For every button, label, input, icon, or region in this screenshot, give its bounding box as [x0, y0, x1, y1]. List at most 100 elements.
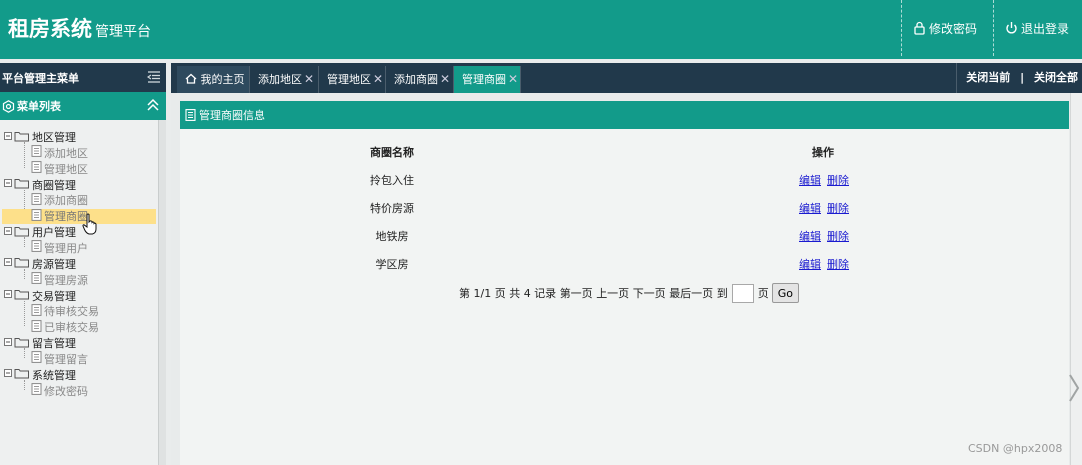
- sidebar-item-label: 待审核交易: [44, 305, 99, 319]
- edit-link[interactable]: 编辑: [799, 202, 821, 215]
- delete-link[interactable]: 删除: [827, 174, 849, 187]
- page-icon: [31, 383, 42, 399]
- sidebar-item[interactable]: 管理用户: [24, 240, 88, 256]
- go-button[interactable]: Go: [771, 283, 799, 303]
- sidebar-item[interactable]: 已审核交易: [24, 319, 99, 335]
- sidebar-group[interactable]: 用户管理: [4, 225, 76, 240]
- sidebar-group-label: 留言管理: [32, 337, 76, 351]
- sidebar-group[interactable]: 交易管理: [4, 289, 76, 304]
- table-row-name: 拎包入住: [370, 174, 414, 187]
- sidebar-group[interactable]: 房源管理: [4, 257, 76, 272]
- pager-prev[interactable]: 上一页: [596, 285, 629, 301]
- page-icon: [31, 351, 42, 367]
- sidebar-group-label: 用户管理: [32, 226, 76, 240]
- tab-home-label: 我的主页: [200, 73, 245, 86]
- menu-list-header[interactable]: 菜单列表: [0, 92, 166, 120]
- close-icon[interactable]: ✕: [373, 72, 383, 86]
- sidebar-item[interactable]: 待审核交易: [24, 303, 99, 320]
- sidebar-item-label: 已审核交易: [44, 321, 99, 335]
- edit-link[interactable]: 编辑: [799, 258, 821, 271]
- sidebar-item[interactable]: 管理房源: [24, 272, 88, 288]
- tab-actions-separator: |: [1020, 71, 1025, 84]
- power-icon: [1006, 22, 1017, 34]
- gear-icon: [2, 99, 15, 113]
- content-scrollbar[interactable]: [1070, 93, 1082, 465]
- tab-home[interactable]: 我的主页: [177, 66, 250, 93]
- panel-header: 管理商圈信息: [180, 101, 1069, 129]
- lock-icon: [914, 21, 925, 35]
- sidebar-item[interactable]: 添加商圈: [24, 192, 88, 209]
- logout-label: 退出登录: [1021, 21, 1070, 36]
- table-row-name: 特价房源: [370, 202, 414, 215]
- sidebar-item[interactable]: 管理商圈: [2, 208, 156, 225]
- sidebar-group[interactable]: 留言管理: [4, 336, 76, 351]
- sidebar-item[interactable]: 修改密码: [24, 383, 88, 399]
- tab-manage-district[interactable]: 管理商圈 ✕: [454, 66, 521, 93]
- sidebar-item[interactable]: 管理留言: [24, 351, 88, 367]
- page-icon: [31, 303, 42, 320]
- chevron-right-icon[interactable]: [1068, 373, 1080, 403]
- page-icon: [31, 192, 42, 209]
- sidebar-group[interactable]: 商圈管理: [4, 178, 76, 193]
- delete-link[interactable]: 删除: [827, 202, 849, 215]
- delete-link[interactable]: 删除: [827, 230, 849, 243]
- app-title: 租房系统: [8, 17, 92, 41]
- sidebar-item-label: 管理留言: [44, 352, 88, 366]
- table-row-actions: 编辑 删除: [799, 200, 855, 216]
- sidebar-scrollbar[interactable]: [158, 120, 166, 465]
- double-chevron-up-icon[interactable]: [146, 98, 160, 112]
- close-current-button[interactable]: 关闭当前: [966, 71, 1010, 84]
- page-number-input[interactable]: [731, 283, 754, 303]
- sidebar-item-label: 修改密码: [44, 384, 88, 398]
- column-header-name: 商圈名称: [370, 146, 414, 159]
- page-icon: [31, 161, 42, 177]
- edit-link[interactable]: 编辑: [799, 230, 821, 243]
- table-row-actions: 编辑 删除: [799, 228, 855, 244]
- pager-last[interactable]: 最后一页: [669, 285, 713, 301]
- tab-add-district-label: 添加商圈: [394, 73, 438, 86]
- watermark: CSDN @hpx2008: [968, 442, 1063, 455]
- home-icon: [185, 73, 197, 84]
- page-icon: [31, 272, 42, 288]
- close-icon[interactable]: ✕: [508, 72, 518, 86]
- table-row-name: 地铁房: [375, 230, 409, 243]
- sidebar-item-label: 添加地区: [44, 146, 88, 160]
- tab-add-region[interactable]: 添加地区 ✕: [250, 66, 319, 93]
- tab-add-region-label: 添加地区: [258, 73, 302, 86]
- folder-icon: [4, 288, 30, 304]
- collapse-sidebar-icon[interactable]: [147, 70, 161, 84]
- close-all-button[interactable]: 关闭全部: [1034, 71, 1078, 84]
- delete-link[interactable]: 删除: [827, 258, 849, 271]
- sidebar-group-label: 交易管理: [32, 289, 76, 303]
- document-icon: [185, 109, 196, 121]
- tab-manage-region-label: 管理地区: [327, 73, 371, 86]
- tab-bar: 我的主页 添加地区 ✕ 管理地区 ✕ 添加商圈 ✕ 管理商圈 ✕ 关闭当前 | 关闭全部: [171, 63, 1082, 93]
- table-row-name: 学区房: [375, 258, 409, 271]
- close-icon[interactable]: ✕: [440, 72, 450, 86]
- tab-manage-region[interactable]: 管理地区 ✕: [319, 66, 386, 93]
- change-password-button[interactable]: 修改密码: [901, 0, 993, 56]
- tab-actions: 关闭当前 | 关闭全部: [956, 63, 1082, 93]
- tab-add-district[interactable]: 添加商圈 ✕: [386, 66, 454, 93]
- close-icon[interactable]: ✕: [304, 72, 314, 86]
- edit-link[interactable]: 编辑: [799, 174, 821, 187]
- folder-icon: [4, 367, 30, 383]
- sidebar-group-label: 房源管理: [32, 257, 76, 271]
- sidebar-group[interactable]: 地区管理: [4, 130, 76, 145]
- tab-manage-district-label: 管理商圈: [462, 73, 506, 86]
- sidebar-item[interactable]: 管理地区: [24, 161, 88, 177]
- pagination: 第 1/1 页 共 4 记录 第一页 上一页 下一页 最后一页 到 页 Go: [459, 283, 799, 303]
- pager-first[interactable]: 第一页: [560, 285, 593, 301]
- sidebar-group[interactable]: 系统管理: [4, 368, 76, 383]
- pager-next[interactable]: 下一页: [633, 285, 666, 301]
- app-subtitle: 管理平台: [95, 24, 151, 40]
- sidebar-item[interactable]: 添加地区: [24, 145, 88, 161]
- panel-title: 管理商圈信息: [199, 109, 265, 122]
- logout-button[interactable]: 退出登录: [993, 0, 1082, 56]
- page-icon: [31, 145, 42, 161]
- pager-goto-suffix: 页: [757, 287, 769, 300]
- folder-icon: [4, 130, 30, 146]
- folder-icon: [4, 256, 30, 272]
- column-header-actions: 操作: [812, 146, 834, 159]
- pager-goto-prefix: 到: [716, 287, 728, 300]
